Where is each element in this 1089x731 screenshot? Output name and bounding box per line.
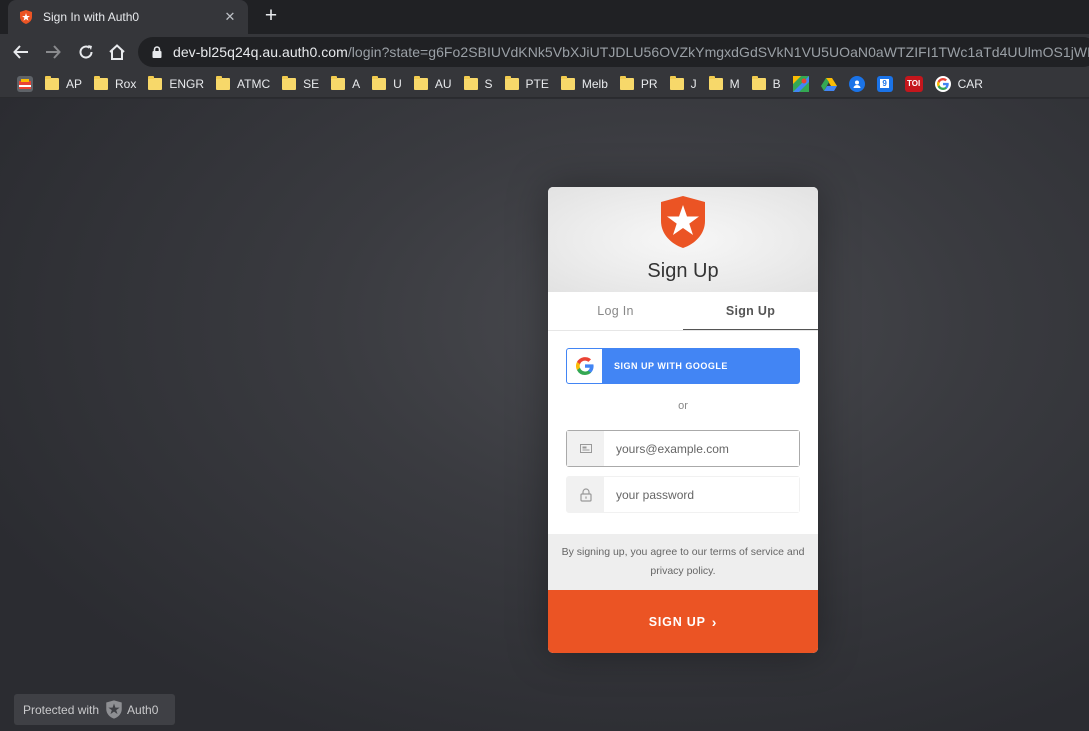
folder-icon [148, 75, 163, 90]
auth0-logo-icon [661, 196, 705, 248]
bookmark-j[interactable]: J [665, 73, 702, 95]
maps-icon [792, 75, 809, 92]
bookmark-a[interactable]: A [326, 73, 365, 95]
folder-icon [216, 75, 231, 90]
widget-title: Sign Up [647, 260, 719, 282]
home-icon[interactable] [104, 39, 130, 65]
bookmark-contacts[interactable] [844, 73, 870, 95]
sign-up-with-google-button[interactable]: SIGN UP WITH GOOGLE [566, 348, 800, 384]
password-input[interactable] [604, 477, 799, 512]
terms-of-service-link[interactable]: terms of service [710, 546, 784, 558]
or-separator: or [678, 400, 688, 412]
apps-icon [17, 75, 33, 92]
browser-tab[interactable]: Sign In with Auth0 ✕ [8, 0, 248, 34]
reload-icon[interactable] [73, 39, 99, 65]
bookmark-apps[interactable] [12, 73, 38, 95]
lock-icon [150, 45, 164, 59]
folder-icon [372, 75, 387, 90]
bookmark-maps[interactable] [788, 73, 814, 95]
folder-icon [619, 75, 634, 90]
folder-icon [751, 75, 766, 90]
bookmark-m[interactable]: M [704, 73, 745, 95]
folder-icon [669, 75, 684, 90]
bookmark-rox[interactable]: Rox [89, 73, 141, 95]
auth0-favicon-icon [18, 9, 34, 25]
calendar-icon: 9 [876, 75, 893, 92]
email-field [566, 430, 800, 467]
folder-icon [94, 75, 109, 90]
folder-icon [413, 75, 428, 90]
folder-icon [560, 75, 575, 90]
tab-title: Sign In with Auth0 [43, 10, 140, 24]
folder-icon [282, 75, 297, 90]
sign-up-submit-button[interactable]: SIGN UP › [548, 590, 818, 653]
url-text: dev-bl25q24q.au.auth0.com/login?state=g6… [173, 44, 1089, 60]
folder-icon [504, 75, 519, 90]
chevron-right-icon: › [711, 613, 718, 630]
password-field [566, 476, 800, 513]
bookmark-drive[interactable] [816, 73, 842, 95]
tab-strip: Sign In with Auth0 ✕ + [0, 0, 1089, 34]
bookmark-b[interactable]: B [747, 73, 786, 95]
bookmark-toi[interactable]: TOI [900, 73, 928, 95]
bookmark-melb[interactable]: Melb [556, 73, 613, 95]
browser-toolbar: dev-bl25q24q.au.auth0.com/login?state=g6… [0, 34, 1089, 70]
folder-icon [331, 75, 346, 90]
contacts-icon [848, 75, 865, 92]
toi-icon: TOI [904, 75, 923, 92]
widget-header: Sign Up [548, 187, 818, 292]
drive-icon [820, 76, 837, 92]
close-tab-icon[interactable]: ✕ [222, 9, 238, 25]
bookmark-calendar[interactable]: 9 [872, 73, 898, 95]
bookmarks-bar: AP Rox ENGR ATMC SE A U AU S PTE Melb PR… [0, 70, 1089, 98]
submit-label: SIGN UP [648, 614, 706, 629]
folder-icon [463, 75, 478, 90]
bookmark-se[interactable]: SE [277, 73, 324, 95]
bookmark-u[interactable]: U [367, 73, 407, 95]
badge-text: Protected with [23, 702, 100, 717]
bookmark-au[interactable]: AU [409, 73, 457, 95]
back-arrow-icon[interactable] [8, 39, 34, 65]
google-icon [934, 75, 951, 92]
folder-icon [708, 75, 723, 90]
tab-sign-up[interactable]: Sign Up [683, 292, 818, 330]
auth0-badge-logo-icon [106, 700, 122, 719]
auth-tabs: Log In Sign Up [548, 292, 818, 331]
lock-icon [567, 477, 604, 512]
bookmark-atmc[interactable]: ATMC [211, 73, 275, 95]
widget-body: SIGN UP WITH GOOGLE or [548, 331, 818, 513]
email-input[interactable] [604, 431, 799, 466]
google-button-label: SIGN UP WITH GOOGLE [614, 361, 728, 371]
folder-icon [45, 75, 59, 90]
terms-notice: By signing up, you agree to our terms of… [548, 534, 818, 590]
bookmark-engr[interactable]: ENGR [143, 73, 209, 95]
auth0-lock-widget: Sign Up Log In Sign Up SIGN UP WITH GOOG… [548, 187, 818, 653]
badge-brand: Auth0 [127, 702, 159, 717]
page-background: Sign Up Log In Sign Up SIGN UP WITH GOOG… [0, 99, 1089, 731]
address-bar[interactable]: dev-bl25q24q.au.auth0.com/login?state=g6… [138, 37, 1089, 67]
new-tab-button[interactable]: + [260, 5, 282, 29]
protected-with-auth0-badge[interactable]: Protected with Auth0 [14, 694, 175, 725]
bookmark-car[interactable]: CAR [930, 73, 988, 95]
google-icon [567, 349, 602, 383]
privacy-policy-link[interactable]: privacy policy [650, 565, 712, 577]
bookmark-ap[interactable]: AP [40, 73, 87, 95]
bookmark-pr[interactable]: PR [615, 73, 663, 95]
bookmark-s[interactable]: S [459, 73, 498, 95]
envelope-icon [567, 431, 604, 466]
forward-arrow-icon[interactable] [40, 39, 66, 65]
tab-log-in[interactable]: Log In [548, 292, 683, 330]
bookmark-pte[interactable]: PTE [500, 73, 554, 95]
